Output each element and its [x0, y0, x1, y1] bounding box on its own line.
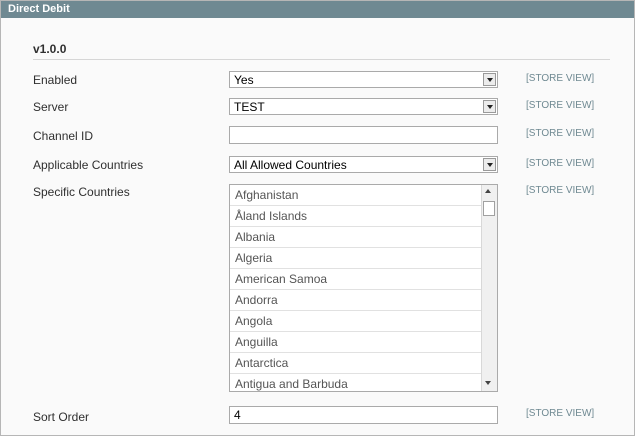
applicable-countries-select[interactable]: All Allowed Countries — [229, 156, 498, 173]
server-scope-label: [STORE VIEW] — [526, 100, 595, 111]
scroll-up-arrow-icon[interactable] — [485, 189, 491, 193]
country-option-label: American Samoa — [235, 272, 328, 286]
country-option-label: Anguilla — [235, 335, 278, 349]
section-body: v1.0.0 Enabled Yes [STORE VIEW] Server T… — [1, 18, 634, 435]
chevron-down-icon[interactable] — [483, 73, 496, 86]
country-option-label: Algeria — [235, 251, 273, 265]
sort-order-input[interactable]: 4 — [229, 406, 498, 424]
specific-countries-scope-label: [STORE VIEW] — [526, 185, 595, 196]
enabled-label: Enabled — [33, 73, 78, 87]
enabled-scope-label: [STORE VIEW] — [526, 73, 595, 84]
sort-order-label: Sort Order — [33, 410, 90, 424]
list-item[interactable]: Åland Islands — [230, 206, 482, 227]
section-header[interactable]: Direct Debit — [1, 1, 634, 18]
specific-countries-label: Specific Countries — [33, 185, 130, 199]
scroll-down-arrow-icon[interactable] — [485, 381, 491, 385]
channel-id-input[interactable] — [229, 126, 498, 144]
list-item[interactable]: Algeria — [230, 248, 482, 269]
specific-countries-multiselect[interactable]: Afghanistan Åland Islands Albania Algeri… — [229, 184, 498, 392]
list-item[interactable]: Andorra — [230, 290, 482, 311]
country-option-label: Albania — [235, 230, 276, 244]
country-option-label: Åland Islands — [235, 209, 308, 223]
enabled-select[interactable]: Yes — [229, 71, 498, 88]
server-select-value: TEST — [234, 100, 265, 114]
list-item[interactable]: Angola — [230, 311, 482, 332]
version-divider — [33, 59, 610, 60]
list-item[interactable]: Afghanistan — [230, 185, 482, 206]
applicable-countries-label: Applicable Countries — [33, 158, 144, 172]
chevron-down-icon[interactable] — [483, 158, 496, 171]
server-select[interactable]: TEST — [229, 98, 498, 115]
scrollbar-thumb[interactable] — [483, 201, 495, 216]
applicable-countries-select-value: All Allowed Countries — [234, 158, 347, 172]
list-item[interactable]: Anguilla — [230, 332, 482, 353]
listbox-scrollbar[interactable] — [481, 185, 497, 391]
channel-id-label: Channel ID — [33, 129, 94, 143]
chevron-down-icon[interactable] — [483, 100, 496, 113]
channel-id-scope-label: [STORE VIEW] — [526, 128, 595, 139]
version-heading: v1.0.0 — [33, 42, 67, 56]
enabled-select-value: Yes — [234, 73, 254, 87]
country-option-label: Angola — [235, 314, 273, 328]
country-option-label: Andorra — [235, 293, 278, 307]
list-item[interactable]: Antarctica — [230, 353, 482, 374]
applicable-countries-scope-label: [STORE VIEW] — [526, 158, 595, 169]
direct-debit-config-panel: Direct Debit v1.0.0 Enabled Yes [STORE V… — [0, 0, 635, 436]
sort-order-input-value: 4 — [234, 408, 241, 422]
server-label: Server — [33, 100, 69, 114]
country-option-label: Afghanistan — [235, 188, 299, 202]
country-option-label: Antarctica — [235, 356, 289, 370]
list-item[interactable]: Antigua and Barbuda — [230, 374, 482, 391]
section-title: Direct Debit — [8, 3, 70, 15]
sort-order-scope-label: [STORE VIEW] — [526, 408, 595, 419]
list-item[interactable]: American Samoa — [230, 269, 482, 290]
country-option-label: Antigua and Barbuda — [235, 377, 348, 391]
list-item[interactable]: Albania — [230, 227, 482, 248]
